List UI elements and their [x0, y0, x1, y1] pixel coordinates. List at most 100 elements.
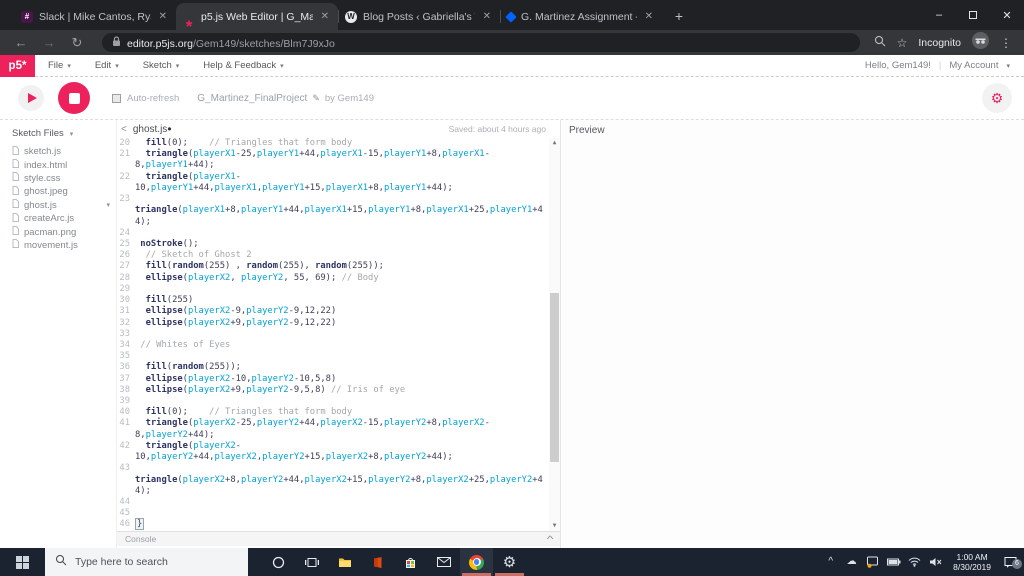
taskbar-clock[interactable]: 1:00 AM 8/30/2019 — [953, 552, 991, 573]
code-row[interactable]: 36 fill(random(255)); — [117, 362, 560, 373]
sidebar-file-index-html[interactable]: index.html — [0, 158, 116, 171]
my-account-menu[interactable]: My Account — [949, 60, 998, 71]
sidebar-file-createArc-js[interactable]: createArc.js — [0, 212, 116, 225]
tab-close-icon[interactable]: ✕ — [481, 11, 493, 22]
address-bar[interactable]: editor.p5js.org/Gem149/sketches/Blm7J9xJ… — [102, 33, 860, 52]
forward-button[interactable]: → — [38, 35, 60, 50]
tray-volume-muted-icon[interactable] — [927, 557, 944, 567]
taskbar-store-icon[interactable] — [394, 548, 427, 576]
settings-button[interactable]: ⚙ — [982, 83, 1012, 113]
code-row[interactable]: 10,playerY2+44,playerX2,playerY2+15,play… — [117, 452, 560, 463]
stop-button[interactable] — [58, 82, 90, 114]
code-row[interactable]: 35 — [117, 351, 560, 362]
code-row[interactable]: 27 fill(random(255) , random(255), rando… — [117, 261, 560, 272]
browser-tab-slack[interactable]: #Slack | Mike Cantos, Ryan Mohan✕ — [14, 3, 176, 30]
code-row[interactable]: 21 triangle(playerX1-25,playerY1+44,play… — [117, 149, 560, 160]
code-row[interactable]: 8,playerY2+44); — [117, 430, 560, 441]
code-row[interactable]: 4); — [117, 217, 560, 228]
code-row[interactable]: 26 // Sketch of Ghost 2 — [117, 250, 560, 261]
code-row[interactable]: 38 ellipse(playerX2+9,playerY2-9,5,8) //… — [117, 385, 560, 396]
bookmark-star-icon[interactable]: ☆ — [897, 36, 908, 50]
code-row[interactable]: 28 ellipse(playerX2, playerY2, 55, 69); … — [117, 273, 560, 284]
play-button[interactable] — [18, 85, 44, 111]
sidebar-file-style-css[interactable]: style.css — [0, 172, 116, 185]
sidebar-file-ghost-jpeg[interactable]: ghost.jpeg — [0, 185, 116, 198]
menu-sketch[interactable]: Sketch▾ — [143, 60, 180, 71]
sidebar-file-movement-js[interactable]: movement.js — [0, 239, 116, 252]
code-row[interactable]: 44 — [117, 497, 560, 508]
window-minimize-button[interactable]: – — [922, 0, 956, 30]
taskbar-settings-icon[interactable]: ⚙ — [493, 548, 526, 576]
tab-close-icon[interactable]: ✕ — [319, 11, 331, 22]
tray-onedrive-icon[interactable]: ☁ — [843, 557, 860, 567]
sidebar-file-sketch-js[interactable]: sketch.js — [0, 145, 116, 158]
action-center-icon[interactable]: 6 — [1000, 556, 1020, 568]
sidebar-file-pacman-png[interactable]: pacman.png — [0, 225, 116, 238]
editor-scrollbar[interactable]: ▲ ▼ — [549, 138, 560, 531]
file-options-caret-icon[interactable]: ▾ — [106, 201, 110, 209]
browser-tab-dropbox[interactable]: G. Martinez Assignment - Dropb✕ — [500, 3, 662, 30]
code-row[interactable]: 37 ellipse(playerX2-10,playerY2-10,5,8) — [117, 374, 560, 385]
taskbar-taskview-icon[interactable] — [295, 548, 328, 576]
taskbar-office-icon[interactable] — [361, 548, 394, 576]
code-row[interactable]: 33 — [117, 329, 560, 340]
incognito-avatar-icon[interactable] — [972, 32, 989, 54]
window-maximize-button[interactable] — [956, 0, 990, 30]
code-row[interactable]: triangle(playerX1+8,playerY1+44,playerX1… — [117, 205, 560, 216]
code-row[interactable]: 8,playerY1+44); — [117, 160, 560, 171]
collapse-sidebar-chevron-icon[interactable]: < — [117, 124, 133, 135]
code-row[interactable]: triangle(playerX2+8,playerY2+44,playerX2… — [117, 475, 560, 486]
tray-teams-icon[interactable] — [864, 556, 881, 568]
code-row[interactable]: 32 ellipse(playerX2+9,playerY2-9,12,22) — [117, 318, 560, 329]
scroll-up-icon[interactable]: ▲ — [549, 138, 560, 148]
code-row[interactable]: 10,playerY1+44,playerX1,playerY1+15,play… — [117, 183, 560, 194]
start-button[interactable] — [0, 548, 45, 576]
code-row[interactable]: 39 — [117, 396, 560, 407]
code-row[interactable]: 41 triangle(playerX2-25,playerY2+44,play… — [117, 418, 560, 429]
console-bar[interactable]: Console ^ — [117, 531, 560, 546]
browser-menu-icon[interactable]: ⋮ — [1000, 36, 1012, 50]
code-row[interactable]: 42 triangle(playerX2- — [117, 441, 560, 452]
menu-edit[interactable]: Edit▾ — [95, 60, 119, 71]
browser-tab-wordpress[interactable]: WBlog Posts ‹ Gabriella's Technolo✕ — [338, 3, 500, 30]
sidebar-file-ghost-js[interactable]: ghost.js▾ — [0, 199, 116, 212]
browser-tab-p5[interactable]: *p5.js Web Editor | G_Martinez_Fin✕ — [176, 3, 338, 30]
scroll-down-icon[interactable]: ▼ — [549, 521, 560, 531]
new-tab-button[interactable]: + — [666, 3, 692, 29]
code-row[interactable]: 25 noStroke(); — [117, 239, 560, 250]
console-expand-chevron-icon[interactable]: ^ — [546, 534, 553, 544]
tray-battery-icon[interactable] — [885, 558, 902, 566]
code-row[interactable]: 22 triangle(playerX1- — [117, 172, 560, 183]
taskbar-cortana-icon[interactable] — [262, 548, 295, 576]
taskbar-explorer-icon[interactable] — [328, 548, 361, 576]
back-button[interactable]: ← — [10, 35, 32, 50]
scrollbar-thumb[interactable] — [550, 293, 559, 462]
code-row[interactable]: 43 — [117, 463, 560, 474]
code-row[interactable]: 45 — [117, 508, 560, 519]
tab-close-icon[interactable]: ✕ — [157, 11, 169, 22]
auto-refresh-checkbox[interactable] — [112, 94, 121, 103]
edit-title-pencil-icon[interactable]: ✎ — [312, 93, 320, 104]
taskbar-chrome-icon[interactable] — [460, 548, 493, 576]
reload-button[interactable]: ↻ — [66, 35, 88, 51]
window-close-button[interactable]: ✕ — [990, 0, 1024, 30]
tray-hidden-icons-icon[interactable]: ^ — [822, 557, 839, 567]
code-row[interactable]: 46} — [117, 519, 560, 530]
taskbar-search-input[interactable]: Type here to search — [45, 548, 248, 576]
menu-help-feedback[interactable]: Help & Feedback▾ — [203, 60, 283, 71]
sidebar-options-caret-icon[interactable]: ▾ — [70, 130, 74, 138]
tab-close-icon[interactable]: ✕ — [643, 11, 655, 22]
code-row[interactable]: 40 fill(0); // Triangles that form body — [117, 407, 560, 418]
code-editor[interactable]: 20 fill(0); // Triangles that form body2… — [117, 138, 560, 531]
p5-logo[interactable]: p5* — [0, 55, 35, 77]
code-row[interactable]: 34 // Whites of Eyes — [117, 340, 560, 351]
taskbar-mail-icon[interactable] — [427, 548, 460, 576]
code-row[interactable]: 23 — [117, 194, 560, 205]
code-row[interactable]: 31 ellipse(playerX2-9,playerY2-9,12,22) — [117, 306, 560, 317]
zoom-icon[interactable] — [874, 34, 886, 52]
code-row[interactable]: 29 — [117, 284, 560, 295]
tray-wifi-icon[interactable] — [906, 557, 923, 567]
code-row[interactable]: 4); — [117, 486, 560, 497]
code-row[interactable]: 24 — [117, 228, 560, 239]
code-row[interactable]: 20 fill(0); // Triangles that form body — [117, 138, 560, 149]
